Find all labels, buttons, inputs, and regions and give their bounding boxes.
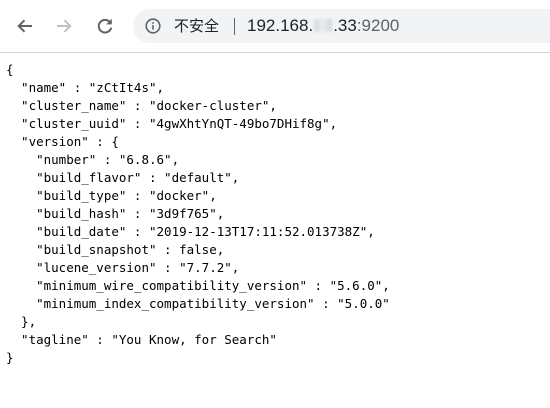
json-line: "minimum_index_compatibility_version" : … [6,296,390,311]
reload-button[interactable] [89,10,121,42]
url-host-suffix: .33 [333,16,357,35]
url-host-prefix: 192.168. [247,16,314,35]
address-separator [234,18,235,35]
json-line: } [6,350,14,365]
json-line: "name" : "zCtIt4s", [6,80,165,95]
info-circle-icon[interactable] [145,18,161,34]
json-line: "build_flavor" : "default", [6,170,240,185]
browser-toolbar: 不安全 192.168. .33:9200 [0,0,550,52]
json-line: "lucene_version" : "7.7.2", [6,260,240,275]
arrow-right-icon [57,19,72,33]
json-line: "number" : "6.8.6", [6,152,180,167]
toolbar-divider [0,52,550,53]
url-port: :9200 [356,16,400,35]
json-line: { [6,62,14,77]
url-text[interactable]: 192.168. .33:9200 [247,15,399,37]
json-response: { "name" : "zCtIt4s", "cluster_name" : "… [6,61,390,367]
reload-icon [97,18,113,34]
json-line: "build_date" : "2019-12-13T17:11:52.0137… [6,224,375,239]
json-line: }, [6,314,37,329]
security-status-label[interactable]: 不安全 [174,16,219,36]
json-line: "tagline" : "You Know, for Search" [6,332,277,347]
json-line: "cluster_uuid" : "4gwXhtYnQT-49bo7DHif8g… [6,116,338,131]
json-line: "version" : { [6,134,119,149]
json-line: "cluster_name" : "docker-cluster", [6,98,277,113]
address-bar[interactable]: 不安全 192.168. .33:9200 [133,9,550,43]
url-redaction [314,19,333,32]
json-line: "build_snapshot" : false, [6,242,225,257]
json-line: "build_hash" : "3d9f765", [6,206,225,221]
forward-button[interactable] [48,10,80,42]
json-line: "minimum_wire_compatibility_version" : "… [6,278,390,293]
back-button[interactable] [9,10,41,42]
arrow-left-icon [17,19,32,33]
json-line: "build_type" : "docker", [6,188,217,203]
